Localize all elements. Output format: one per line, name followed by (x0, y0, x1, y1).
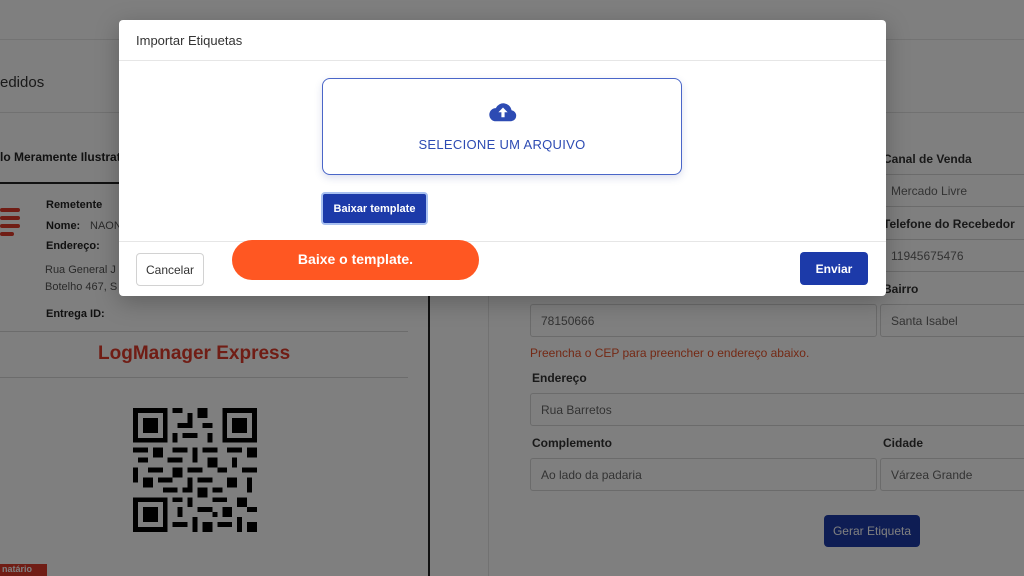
file-dropzone[interactable]: SELECIONE UM ARQUIVO (322, 78, 682, 175)
download-template-button[interactable]: Baixar template (321, 192, 428, 225)
cancel-button[interactable]: Cancelar (136, 253, 204, 286)
modal-header: Importar Etiquetas (119, 20, 886, 61)
select-file-label: SELECIONE UM ARQUIVO (418, 137, 586, 152)
cloud-upload-icon (489, 103, 517, 122)
tutorial-tooltip: Baixe o template. (232, 240, 479, 280)
modal-title: Importar Etiquetas (136, 33, 243, 48)
send-button[interactable]: Enviar (800, 252, 868, 285)
